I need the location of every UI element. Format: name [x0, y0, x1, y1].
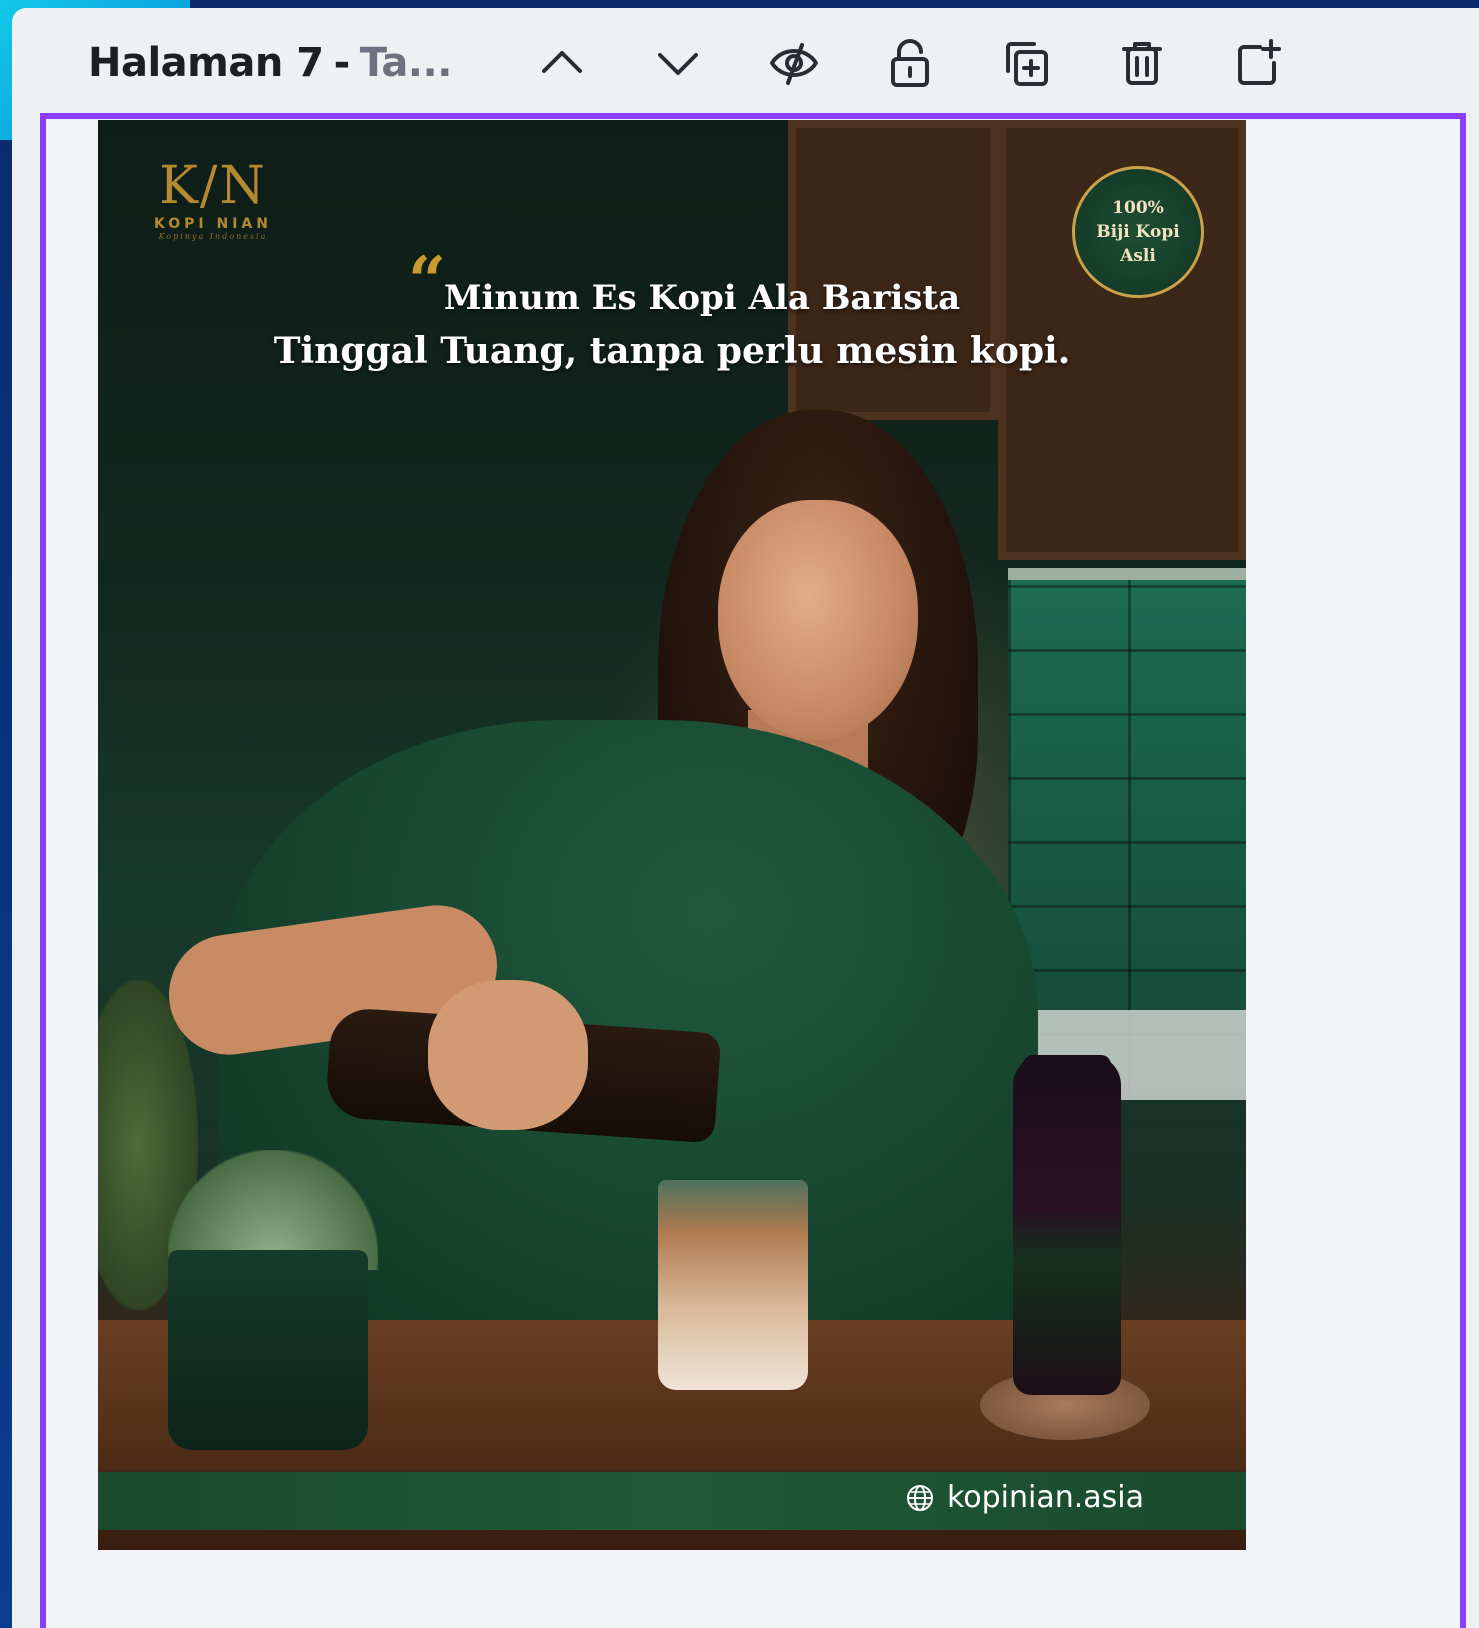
headline-line-2[interactable]: Tinggal Tuang, tanpa perlu mesin kopi. [98, 330, 1246, 372]
woman-hand [428, 980, 588, 1130]
chevron-down-icon [658, 53, 698, 75]
coffee-glass [658, 1180, 808, 1390]
add-page-button[interactable] [1226, 31, 1290, 95]
move-page-up-button[interactable] [530, 31, 594, 95]
duplicate-icon [1006, 42, 1048, 86]
product-bottle [1013, 1055, 1121, 1395]
headline-line-1[interactable]: Minum Es Kopi Ala Barista [98, 278, 1246, 318]
product-bottle-cap [1023, 1055, 1111, 1089]
move-page-down-button[interactable] [646, 31, 710, 95]
logo-mark: K/N [159, 156, 267, 216]
trash-icon [1122, 42, 1162, 85]
duplicate-page-button[interactable] [994, 31, 1058, 95]
page-title-main: Halaman 7 [88, 40, 324, 86]
chevron-up-icon [542, 51, 582, 73]
website-text: kopinian.asia [946, 1480, 1144, 1515]
eye-off-icon [770, 43, 818, 85]
globe-icon [906, 1484, 933, 1511]
website-label[interactable]: kopinian.asia [905, 1480, 1144, 1515]
brand-logo[interactable]: K/N KOPI NIAN Kopinya Indonesia [138, 160, 288, 241]
logo-tagline: Kopinya Indonesia [158, 232, 268, 241]
background-cabinet [788, 120, 998, 420]
page-title-separator: - [333, 40, 351, 86]
plant-pot [168, 1250, 368, 1450]
woman-face [718, 500, 918, 740]
delete-page-button[interactable] [1110, 31, 1174, 95]
add-page-icon [1238, 39, 1281, 85]
poster-design[interactable]: K/N KOPI NIAN Kopinya Indonesia 100% Bij… [98, 120, 1246, 1550]
footer-bottom-strip [98, 1530, 1246, 1550]
hide-page-button[interactable] [762, 31, 826, 95]
page-title[interactable]: Halaman 7 - Ta... [88, 40, 478, 86]
lock-page-button[interactable] [878, 31, 942, 95]
lock-icon [891, 39, 929, 87]
badge-line-2: Biji Kopi [1096, 222, 1180, 242]
logo-name: KOPI NIAN [154, 216, 272, 232]
page-toolbar: Halaman 7 - Ta... [88, 20, 1408, 106]
badge-line-1: 100% [1112, 198, 1164, 218]
page-title-rest: Ta... [359, 40, 453, 86]
badge-line-3: Asli [1120, 246, 1156, 266]
